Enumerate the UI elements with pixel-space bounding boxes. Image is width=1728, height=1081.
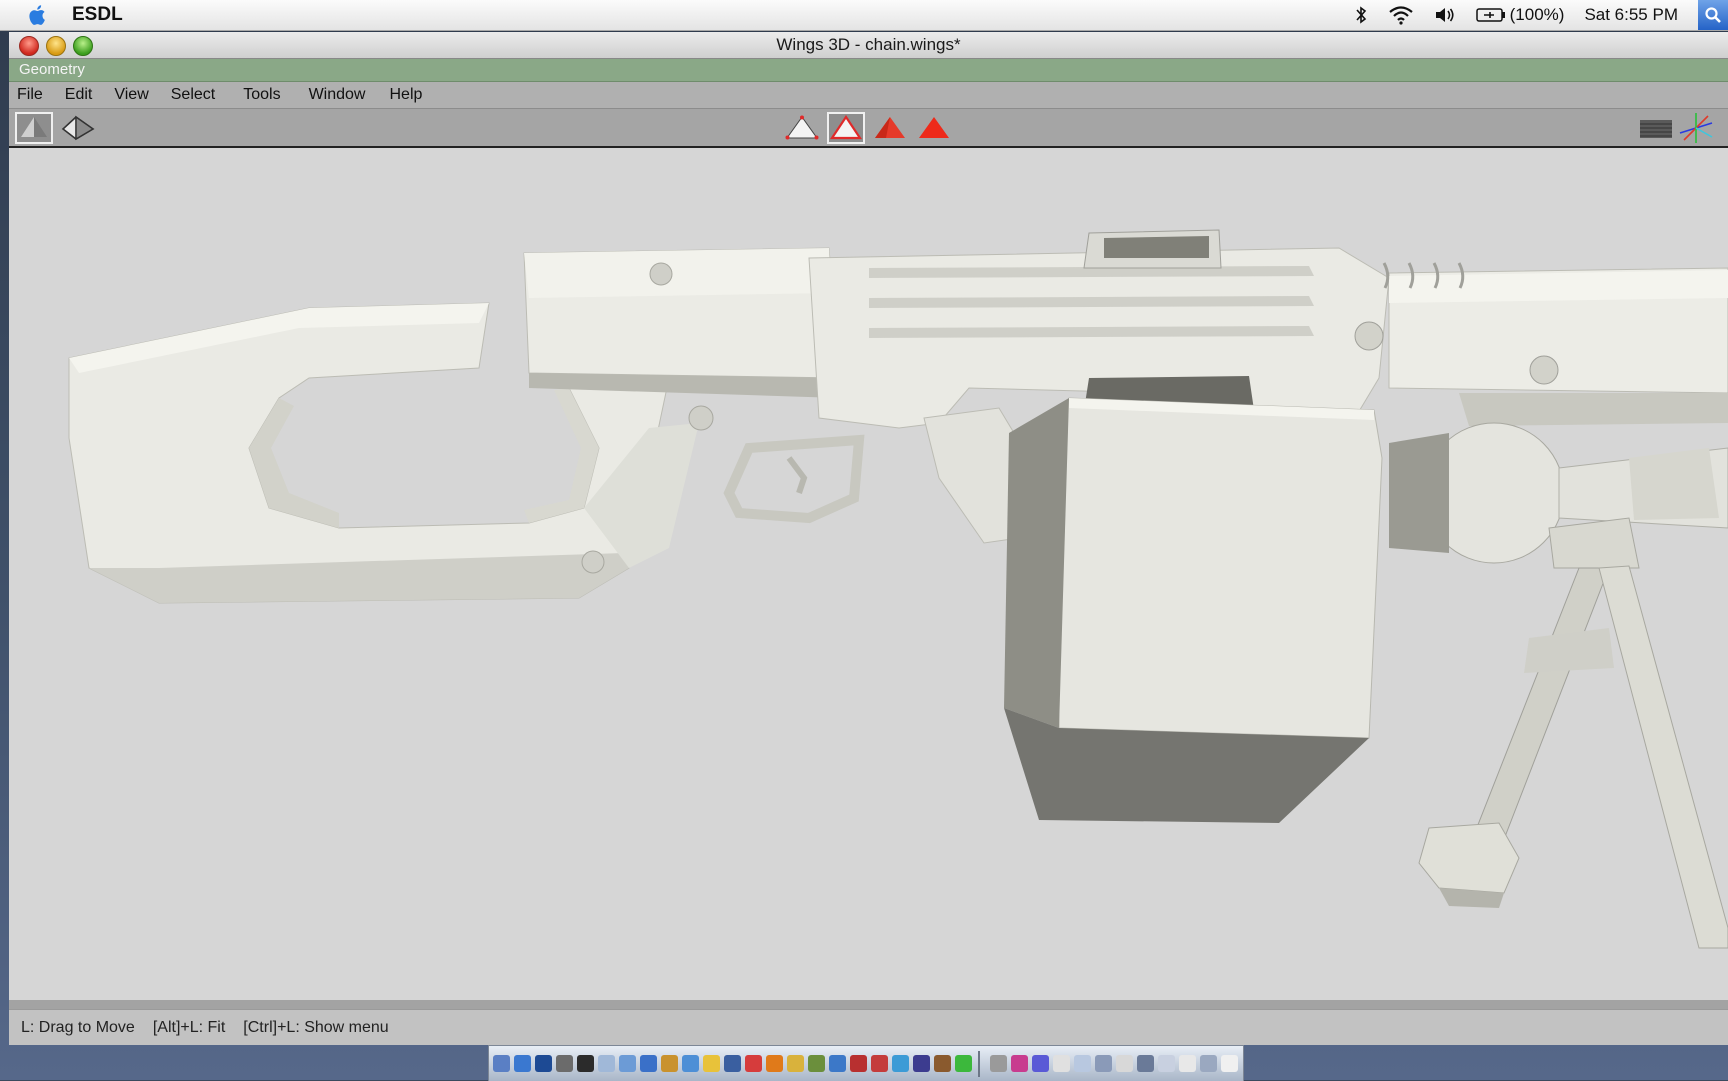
window-titlebar[interactable]: Wings 3D - chain.wings* (9, 32, 1728, 59)
dock-app-icon[interactable] (913, 1055, 930, 1072)
battery-percent: (100%) (1509, 5, 1565, 24)
dock-app-icon[interactable] (850, 1055, 867, 1072)
dock-app-icon[interactable] (1032, 1055, 1049, 1072)
menu-help[interactable]: Help (377, 86, 434, 104)
face-mode-icon (875, 117, 905, 138)
dock-separator (978, 1050, 980, 1077)
vertex-mode-button[interactable] (783, 112, 821, 144)
dock-app-icon[interactable] (703, 1055, 720, 1072)
bluetooth-icon[interactable] (1354, 5, 1368, 25)
dock-app-icon[interactable] (808, 1055, 825, 1072)
menu-edit[interactable]: Edit (55, 86, 105, 104)
vertex-mode-icon (785, 115, 819, 140)
dock (488, 1045, 1244, 1081)
dock-app-icon[interactable] (1179, 1055, 1196, 1072)
dock-app-icon[interactable] (829, 1055, 846, 1072)
status-bar: L: Drag to Move [Alt]+L: Fit [Ctrl]+L: S… (9, 1009, 1728, 1045)
dock-app-icon[interactable] (1137, 1055, 1154, 1072)
menu-tools[interactable]: Tools (227, 86, 292, 104)
dock-app-icon[interactable] (1074, 1055, 1091, 1072)
dock-app-icon[interactable] (682, 1055, 699, 1072)
dock-app-icon[interactable] (493, 1055, 510, 1072)
menu-view[interactable]: View (104, 86, 160, 104)
dock-app-icon[interactable] (1200, 1055, 1217, 1072)
menu-window[interactable]: Window (293, 86, 378, 104)
dock-app-icon[interactable] (1053, 1055, 1070, 1072)
groundplane-icon (1640, 120, 1672, 138)
face-mode-button[interactable] (871, 112, 909, 144)
dock-app-icon[interactable] (619, 1055, 636, 1072)
edge-mode-button[interactable] (827, 112, 865, 144)
menubar-clock[interactable]: Sat 6:55 PM (1584, 5, 1678, 25)
battery-status[interactable]: (100%) (1475, 5, 1565, 25)
dock-app-icon[interactable] (990, 1055, 1007, 1072)
battery-icon (1475, 8, 1505, 22)
app-menu-bar: File Edit View Select Tools Window Help (9, 82, 1728, 109)
dock-app-icon[interactable] (724, 1055, 741, 1072)
body-mode-icon (919, 117, 949, 138)
geometry-panel-label: Geometry (19, 61, 85, 78)
smooth-shading-button[interactable] (15, 112, 53, 144)
status-hint-drag: L: Drag to Move (21, 1019, 135, 1036)
wireframe-icon (61, 115, 95, 141)
window-title: Wings 3D - chain.wings* (776, 35, 961, 54)
dock-app-icon[interactable] (598, 1055, 615, 1072)
dock-app-icon[interactable] (1221, 1055, 1238, 1072)
dock-app-icon[interactable] (1011, 1055, 1028, 1072)
dock-app-icon[interactable] (1116, 1055, 1133, 1072)
geometry-panel-header[interactable]: Geometry (9, 59, 1728, 82)
dock-app-icon[interactable] (766, 1055, 783, 1072)
system-menubar: ESDL (100%) Sat 6:55 PM (0, 0, 1728, 31)
chaingun-model (68, 229, 1728, 949)
groundplane-button[interactable] (1637, 112, 1675, 144)
dock-app-icon[interactable] (577, 1055, 594, 1072)
axes-icon (1679, 113, 1713, 143)
dock-app-icon[interactable] (871, 1055, 888, 1072)
dock-app-icon[interactable] (745, 1055, 762, 1072)
axes-button[interactable] (1677, 112, 1715, 144)
edge-mode-icon (829, 115, 863, 140)
dock-app-icon[interactable] (1158, 1055, 1175, 1072)
dock-app-icon[interactable] (1095, 1055, 1112, 1072)
volume-icon[interactable] (1434, 5, 1456, 25)
menu-file[interactable]: File (9, 86, 55, 104)
app-menu-name[interactable]: ESDL (72, 4, 123, 26)
dock-app-icon[interactable] (535, 1055, 552, 1072)
dock-app-icon[interactable] (661, 1055, 678, 1072)
status-hint-fit: [Alt]+L: Fit (152, 1019, 226, 1036)
status-hint-menu: [Ctrl]+L: Show menu (243, 1019, 389, 1036)
toolbar (9, 109, 1728, 148)
menu-select[interactable]: Select (161, 86, 227, 104)
3d-viewport[interactable] (9, 148, 1728, 1000)
wings3d-window: Wings 3D - chain.wings* Geometry File Ed… (9, 32, 1728, 1045)
smooth-shading-icon (21, 117, 47, 137)
dock-app-icon[interactable] (556, 1055, 573, 1072)
body-mode-button[interactable] (915, 112, 953, 144)
dock-app-icon[interactable] (955, 1055, 972, 1072)
wireframe-button[interactable] (59, 112, 97, 144)
dock-app-icon[interactable] (934, 1055, 951, 1072)
dock-app-icon[interactable] (514, 1055, 531, 1072)
spotlight-icon[interactable] (1698, 0, 1728, 30)
apple-icon[interactable] (26, 3, 50, 27)
dock-app-icon[interactable] (892, 1055, 909, 1072)
dock-app-icon[interactable] (640, 1055, 657, 1072)
dock-app-icon[interactable] (787, 1055, 804, 1072)
wifi-icon[interactable] (1388, 5, 1414, 25)
